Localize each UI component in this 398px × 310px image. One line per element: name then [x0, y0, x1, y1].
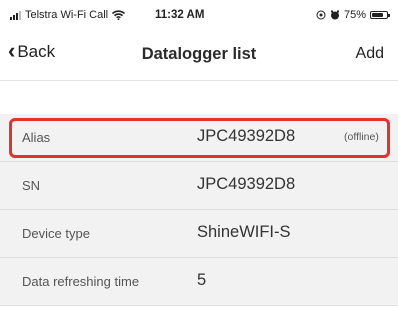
row-value: JPC49392D8 — [197, 127, 296, 145]
status-badge: (offline) — [344, 131, 379, 143]
row-label: Alias — [22, 130, 51, 145]
signal-icon — [10, 10, 21, 20]
status-bar: Telstra Wi-Fi Call 11:32 AM 75% — [0, 0, 398, 26]
navigation-bar: ‹ Back Datalogger list Add — [0, 30, 398, 81]
row-value: JPC49392D8 — [197, 175, 296, 193]
location-icon — [316, 10, 326, 20]
alarm-icon — [330, 10, 339, 20]
row-alias[interactable]: Alias JPC49392D8 (offline) — [0, 114, 398, 162]
battery-percent: 75% — [343, 9, 366, 21]
row-label: SN — [22, 178, 41, 193]
row-value: ShineWIFI-S — [197, 223, 291, 241]
status-time: 11:32 AM — [155, 9, 205, 21]
datalogger-detail-list: Alias JPC49392D8 (offline) SN JPC49392D8… — [0, 114, 398, 306]
page-title: Datalogger list — [141, 45, 257, 63]
row-value: 5 — [197, 271, 207, 289]
add-button[interactable]: Add — [356, 45, 384, 63]
carrier-label: Telstra Wi-Fi Call — [25, 9, 109, 21]
status-left: Telstra Wi-Fi Call — [10, 9, 126, 21]
battery-icon — [370, 11, 390, 19]
status-right: 75% — [316, 9, 390, 21]
battery-fill — [372, 13, 383, 17]
row-device-type: Device type ShineWIFI-S — [0, 210, 398, 258]
row-sn: SN JPC49392D8 — [0, 162, 398, 210]
wifi-icon — [112, 10, 126, 20]
row-label: Device type — [22, 226, 90, 241]
row-data-refreshing-time[interactable]: Data refreshing time 5 — [0, 258, 398, 306]
row-label: Data refreshing time — [22, 274, 140, 289]
